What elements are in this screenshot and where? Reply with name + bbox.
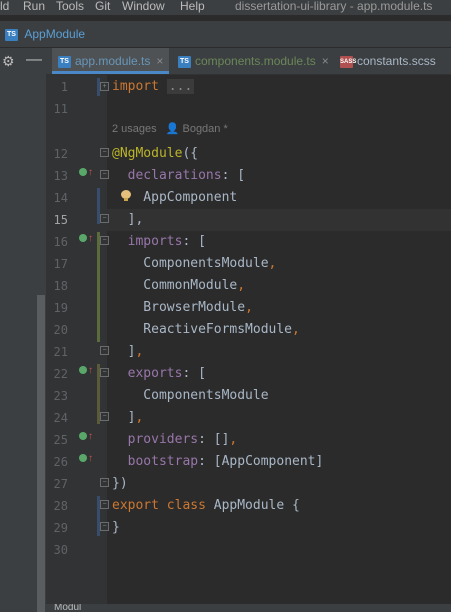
tab-label: components.module.ts (195, 54, 316, 68)
code-line[interactable]: 16 imports: [ (0, 231, 451, 253)
gear-icon[interactable]: ⚙ (2, 53, 15, 70)
code-text[interactable]: exports: [ (112, 363, 206, 385)
line-number: 27 (53, 477, 68, 491)
line-number: 13 (53, 169, 68, 183)
code-line[interactable]: 17 ComponentsModule, (0, 253, 451, 275)
usages-inlay-hint[interactable]: 2 usages 👤 Bogdan * (112, 122, 228, 135)
line-number: 15 (53, 213, 68, 227)
code-line[interactable]: 28 export class AppModule { (0, 495, 451, 517)
code-text[interactable]: ReactiveFormsModule, (112, 319, 300, 341)
line-number: 11 (53, 102, 68, 116)
menu-tools[interactable]: Tools (56, 0, 84, 13)
line-number: 1 (60, 80, 68, 94)
code-text[interactable]: @NgModule({ (112, 143, 198, 165)
code-line[interactable]: 26 bootstrap: [AppComponent] (0, 451, 451, 473)
code-line[interactable]: 1 import ... (0, 76, 451, 98)
code-line[interactable]: 20 ReactiveFormsModule, (0, 319, 451, 341)
line-number: 12 (53, 147, 68, 161)
usages-count[interactable]: 2 usages (112, 123, 157, 135)
code-line[interactable]: 14 AppComponent (0, 187, 451, 209)
code-text[interactable]: ], (112, 407, 144, 429)
code-text[interactable]: ComponentsModule, (112, 253, 276, 275)
tab-app-module[interactable]: TS app.module.ts × (52, 48, 170, 74)
line-number: 18 (53, 279, 68, 293)
code-line[interactable]: 21 ], (0, 341, 451, 363)
menu-bar: ld Run Tools Git Window Help dissertatio… (0, 0, 451, 15)
code-line[interactable]: 24 ], (0, 407, 451, 429)
breadcrumb[interactable]: TS AppModule (5, 21, 85, 47)
code-text[interactable]: declarations: [ (112, 165, 245, 187)
code-text[interactable]: imports: [ (112, 231, 206, 253)
code-text[interactable]: }) (112, 473, 128, 495)
line-number: 29 (53, 521, 68, 535)
typescript-file-icon: TS (5, 28, 18, 41)
sass-file-icon: SASS (340, 55, 356, 68)
code-line[interactable]: 19 BrowserModule, (0, 297, 451, 319)
tab-label: app.module.ts (75, 54, 151, 68)
line-number: 22 (53, 367, 68, 381)
code-text[interactable]: providers: [], (112, 429, 238, 451)
code-line[interactable]: 30 (0, 539, 451, 561)
close-icon[interactable]: × (156, 54, 163, 68)
tab-constants-scss[interactable]: SASSconstants.scss (334, 48, 442, 74)
window-title: dissertation-ui-library - app.module.ts (235, 0, 433, 13)
author-icon: 👤 (165, 123, 180, 135)
code-text[interactable]: export class AppModule { (112, 495, 300, 517)
line-number: 23 (53, 389, 68, 403)
navigation-bar: TS AppModule (0, 21, 451, 48)
author-name: Bogdan * (182, 123, 228, 135)
line-number: 14 (53, 191, 68, 205)
code-text[interactable]: import ... (112, 76, 195, 98)
code-text[interactable]: ], (112, 209, 144, 231)
code-text[interactable]: bootstrap: [AppComponent] (112, 451, 324, 473)
tab-components-module[interactable]: TS components.module.ts × (172, 48, 335, 74)
menu-help[interactable]: Help (180, 0, 205, 13)
code-line[interactable]: 15 ], (0, 209, 451, 231)
line-number: 28 (53, 499, 68, 513)
code-text[interactable]: CommonModule, (112, 275, 245, 297)
code-line[interactable]: 27 }) (0, 473, 451, 495)
editor-tab-bar: TS app.module.ts × TS components.module.ts ×… (46, 48, 451, 75)
line-number: 24 (53, 411, 68, 425)
bottom-tool-strip: Modul (46, 604, 451, 612)
line-number: 30 (53, 543, 68, 557)
typescript-file-icon: TS (58, 55, 71, 68)
code-line[interactable]: 22 exports: [ (0, 363, 451, 385)
line-number: 26 (53, 455, 68, 469)
code-text[interactable]: ComponentsModule (112, 385, 268, 407)
line-number: 25 (53, 433, 68, 447)
typescript-file-icon: TS (178, 55, 191, 68)
menu-window[interactable]: Window (122, 0, 165, 13)
code-line[interactable]: 29 } (0, 517, 451, 539)
menu-git[interactable]: Git (95, 0, 110, 13)
menu-run[interactable]: Run (23, 0, 45, 13)
line-number: 17 (53, 257, 68, 271)
code-line[interactable]: 13 declarations: [ (0, 165, 451, 187)
line-number: 21 (53, 345, 68, 359)
code-text[interactable]: ], (112, 341, 144, 363)
code-text[interactable]: } (112, 517, 120, 539)
minimize-icon[interactable]: — (25, 50, 43, 70)
breadcrumb-label: AppModule (24, 27, 86, 41)
line-number: 19 (53, 301, 68, 315)
code-line[interactable]: 18 CommonModule, (0, 275, 451, 297)
bottom-tool-label[interactable]: Modul (54, 604, 81, 612)
line-number: 20 (53, 323, 68, 337)
menu-build[interactable]: ld (0, 0, 9, 13)
close-icon[interactable]: × (322, 54, 329, 68)
code-text[interactable]: AppComponent (112, 187, 237, 209)
code-text[interactable]: BrowserModule, (112, 297, 253, 319)
line-number: 16 (53, 235, 68, 249)
code-line[interactable]: 25 providers: [], (0, 429, 451, 451)
code-line[interactable]: 11 (0, 98, 451, 120)
code-line[interactable]: 12 @NgModule({ (0, 143, 451, 165)
code-line[interactable]: 23 ComponentsModule (0, 385, 451, 407)
tab-label: constants.scss (357, 54, 436, 68)
